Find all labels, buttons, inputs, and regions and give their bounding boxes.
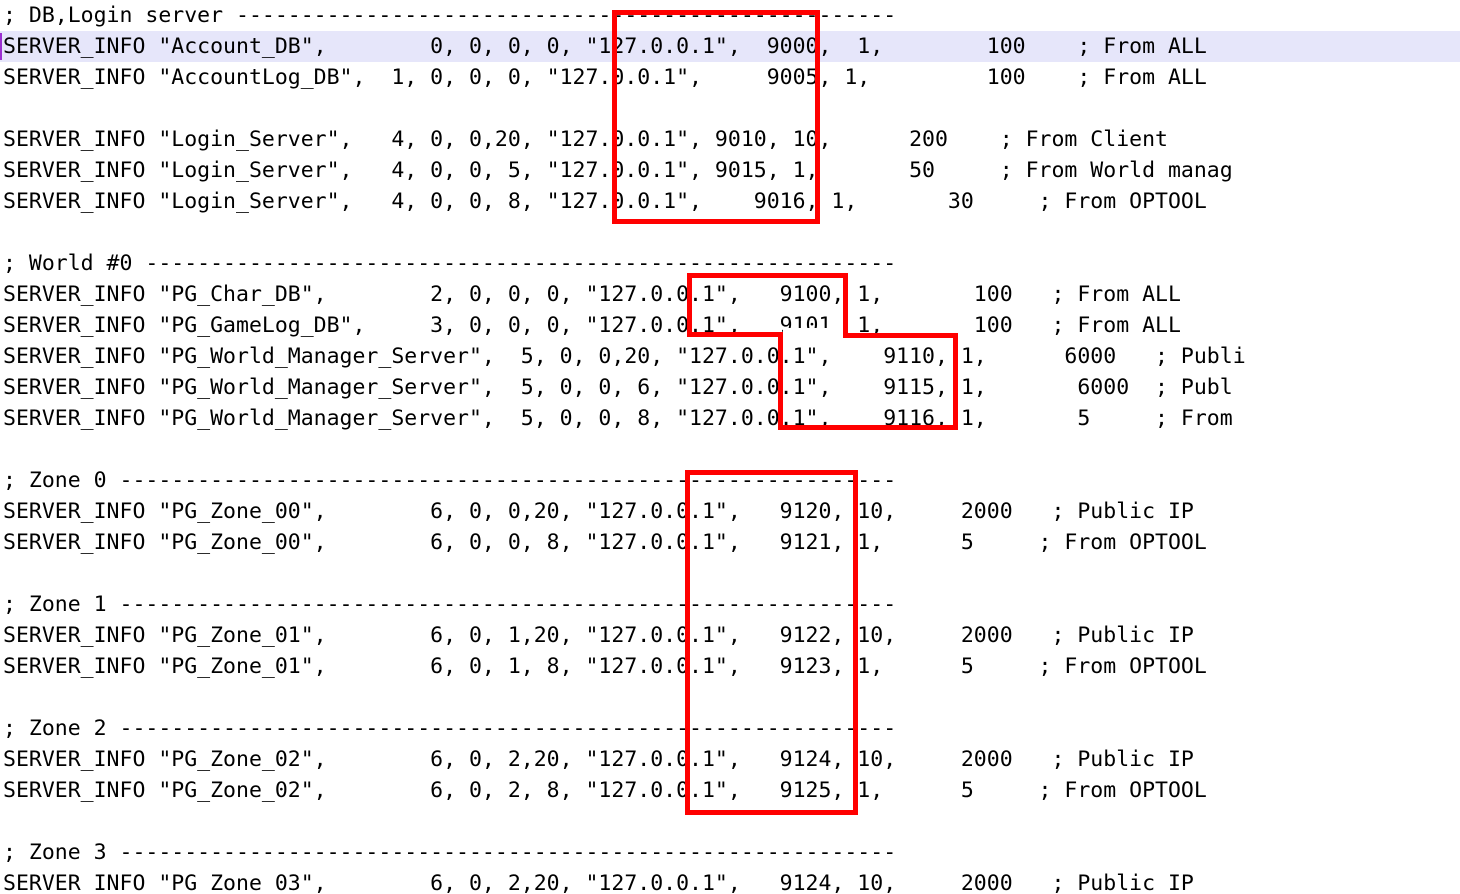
code-line[interactable]: SERVER_INFO "PG_Zone_03", 6, 0, 2,20, "1… [0, 868, 1460, 894]
code-line[interactable]: ; DB,Login server ----------------------… [0, 0, 1460, 31]
text-caret [0, 33, 2, 60]
code-line-text: SERVER_INFO "PG_World_Manager_Server", 5… [3, 406, 1233, 431]
code-line[interactable]: ; Zone 1 -------------------------------… [0, 589, 1460, 620]
code-line[interactable]: SERVER_INFO "AccountLog_DB", 1, 0, 0, 0,… [0, 62, 1460, 93]
code-line[interactable]: SERVER_INFO "PG_GameLog_DB", 3, 0, 0, 0,… [0, 310, 1460, 341]
code-line[interactable]: ; Zone 3 -------------------------------… [0, 837, 1460, 868]
code-line[interactable]: SERVER_INFO "PG_World_Manager_Server", 5… [0, 341, 1460, 372]
code-line[interactable]: SERVER_INFO "Account_DB", 0, 0, 0, 0, "1… [0, 31, 1460, 62]
code-line[interactable]: SERVER_INFO "Login_Server", 4, 0, 0,20, … [0, 124, 1460, 155]
code-line[interactable] [0, 806, 1460, 837]
code-line[interactable]: SERVER_INFO "PG_Zone_00", 6, 0, 0, 8, "1… [0, 527, 1460, 558]
code-line[interactable]: SERVER_INFO "PG_Zone_02", 6, 0, 2,20, "1… [0, 744, 1460, 775]
code-line-text: SERVER_INFO "PG_GameLog_DB", 3, 0, 0, 0,… [3, 313, 1181, 338]
text-editor-viewport[interactable]: ; DB,Login server ----------------------… [0, 0, 1460, 894]
code-line-text: SERVER_INFO "AccountLog_DB", 1, 0, 0, 0,… [3, 65, 1207, 90]
code-line-text: ; DB,Login server ----------------------… [3, 3, 897, 28]
code-line[interactable]: ; World #0 -----------------------------… [0, 248, 1460, 279]
code-line-text: SERVER_INFO "PG_Char_DB", 2, 0, 0, 0, "1… [3, 282, 1181, 307]
code-line-text: SERVER_INFO "PG_Zone_00", 6, 0, 0, 8, "1… [3, 530, 1207, 555]
code-line-text: SERVER_INFO "Login_Server", 4, 0, 0, 5, … [3, 158, 1233, 183]
code-line[interactable]: SERVER_INFO "Login_Server", 4, 0, 0, 8, … [0, 186, 1460, 217]
code-line[interactable]: SERVER_INFO "PG_World_Manager_Server", 5… [0, 403, 1460, 434]
code-line-text: ; World #0 -----------------------------… [3, 251, 897, 276]
code-line[interactable]: SERVER_INFO "PG_Zone_01", 6, 0, 1, 8, "1… [0, 651, 1460, 682]
code-line-text: ; Zone 1 -------------------------------… [3, 592, 897, 617]
code-line-text: SERVER_INFO "PG_Zone_02", 6, 0, 2, 8, "1… [3, 778, 1207, 803]
code-line[interactable]: SERVER_INFO "PG_Char_DB", 2, 0, 0, 0, "1… [0, 279, 1460, 310]
code-line[interactable]: SERVER_INFO "Login_Server", 4, 0, 0, 5, … [0, 155, 1460, 186]
code-line-text: ; Zone 0 -------------------------------… [3, 468, 897, 493]
code-content[interactable]: ; DB,Login server ----------------------… [0, 0, 1460, 894]
code-line-text: SERVER_INFO "PG_Zone_00", 6, 0, 0,20, "1… [3, 499, 1194, 524]
code-line-text: ; Zone 3 -------------------------------… [3, 840, 897, 865]
code-line[interactable]: SERVER_INFO "PG_Zone_00", 6, 0, 0,20, "1… [0, 496, 1460, 527]
code-line[interactable]: SERVER_INFO "PG_Zone_02", 6, 0, 2, 8, "1… [0, 775, 1460, 806]
code-line[interactable] [0, 217, 1460, 248]
code-line-text: SERVER_INFO "PG_World_Manager_Server", 5… [3, 375, 1233, 400]
code-line[interactable] [0, 93, 1460, 124]
code-line-text: SERVER_INFO "PG_Zone_01", 6, 0, 1, 8, "1… [3, 654, 1207, 679]
code-line-text: SERVER_INFO "PG_Zone_01", 6, 0, 1,20, "1… [3, 623, 1194, 648]
code-line-text: SERVER_INFO "PG_Zone_02", 6, 0, 2,20, "1… [3, 747, 1194, 772]
code-line[interactable]: SERVER_INFO "PG_World_Manager_Server", 5… [0, 372, 1460, 403]
code-line-text: SERVER_INFO "Login_Server", 4, 0, 0, 8, … [3, 189, 1207, 214]
code-line[interactable]: ; Zone 0 -------------------------------… [0, 465, 1460, 496]
code-line-text: SERVER_INFO "Login_Server", 4, 0, 0,20, … [3, 127, 1168, 152]
code-line-text: SERVER_INFO "Account_DB", 0, 0, 0, 0, "1… [3, 34, 1207, 59]
code-line[interactable]: SERVER_INFO "PG_Zone_01", 6, 0, 1,20, "1… [0, 620, 1460, 651]
code-line[interactable] [0, 434, 1460, 465]
code-line-text: SERVER_INFO "PG_World_Manager_Server", 5… [3, 344, 1246, 369]
code-line-text: SERVER_INFO "PG_Zone_03", 6, 0, 2,20, "1… [3, 871, 1194, 894]
code-line[interactable] [0, 682, 1460, 713]
code-line[interactable] [0, 558, 1460, 589]
code-line[interactable]: ; Zone 2 -------------------------------… [0, 713, 1460, 744]
code-line-text: ; Zone 2 -------------------------------… [3, 716, 897, 741]
